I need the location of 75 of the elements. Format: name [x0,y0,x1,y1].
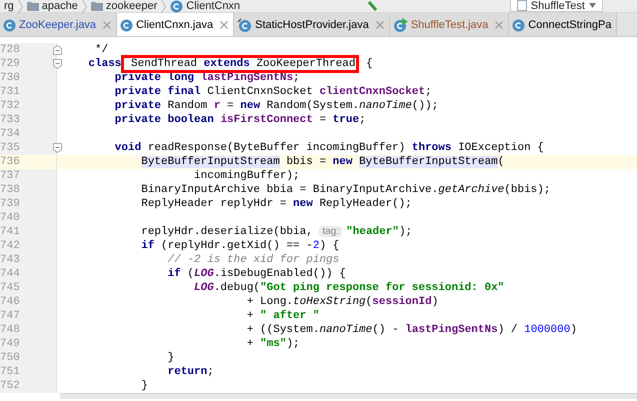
code-line: LOG.debug("Got ping response for sessionid: 0x" [193,281,504,295]
fold-marker-icon[interactable] [53,45,62,55]
fold-marker-icon[interactable] [53,143,62,153]
chevron-icon [82,0,87,13]
abstract-class-icon [237,18,252,32]
code-line: ReplyHeader replyHdr = new ReplyHeader(); [140,197,412,211]
line-number: 733 [0,114,20,126]
code-line: } [140,379,148,393]
run-configuration-dropdown[interactable]: ShuffleTest [510,0,603,12]
folder-icon [90,1,103,11]
code-line: incomingBuffer); [193,169,300,183]
line-number: 747 [0,310,20,322]
breadcrumb-item[interactable]: rg [4,0,14,12]
line-number: 735 [0,142,20,154]
line-number: 738 [0,184,20,196]
close-icon[interactable] [495,21,504,29]
caret-icon [588,3,596,8]
line-number: 742 [0,240,20,252]
line-number: 743 [0,254,20,266]
line-number: 748 [0,324,20,336]
line-number: 732 [0,100,20,112]
test-class-icon [392,18,408,32]
line-number: 750 [0,352,20,364]
code-line: return; [166,365,214,379]
code-line: */ [94,43,108,57]
code-line: + ((System.nanoTime() - lastPingSentNs) / 1000000) [246,323,577,337]
line-number: 752 [0,380,20,392]
code-line: + "ms"); [246,337,300,351]
line-number: 736 [0,156,20,168]
code-line: if (LOG.isDebugEnabled()) { [166,267,346,281]
code-line: private boolean isFirstConnect = true; [114,113,366,127]
code-line: + " after " [246,309,320,323]
line-number: 728 [0,44,20,56]
horizontal-scrollbar[interactable] [60,393,637,399]
code-line: private long lastPingSentNs; [114,71,300,85]
line-number: 739 [0,198,20,210]
line-number: 741 [0,226,20,238]
chevron-icon [18,0,23,13]
line-number: 730 [0,72,20,84]
code-line: + Long.toHexString(sessionId) [246,295,438,309]
close-icon[interactable] [376,21,384,29]
close-icon[interactable] [220,21,228,29]
code-line: private final ClientCnxnSocket clientCnxnSocket; [114,85,432,99]
breadcrumb-item[interactable]: zookeeper [106,0,158,12]
class-icon [120,18,134,32]
fold-marker-icon[interactable] [53,59,62,69]
line-number: 751 [0,366,20,378]
folder-icon [26,1,39,11]
line-number: 729 [0,58,20,70]
code-line: replyHdr.deserialize(bbia, tag: "header"); [140,225,412,239]
class-icon [3,18,16,32]
annotation-box: SendThread extends ZooKeeperThread [121,55,360,73]
parameter-hint: tag: [319,226,342,237]
code-line: BinaryInputArchive bbia = BinaryInputArchive.getArchive(bbis); [140,183,550,197]
close-icon[interactable] [103,21,112,29]
breadcrumb-item[interactable]: ClientCnxn [186,0,240,12]
file-icon [516,0,527,11]
line-number: 731 [0,86,20,98]
code-line: if (replyHdr.getXid() == -2) { [140,239,340,253]
code-line: void readResponse(ByteBuffer incomingBuffer) throws IOException { [114,141,544,155]
code-line: private Random r = new Random(System.nanoTime()); [114,99,438,113]
line-number: 734 [0,128,20,140]
code-line: } [166,351,174,365]
line-number: 737 [0,170,20,182]
class-icon [512,18,526,32]
line-number: 744 [0,268,20,280]
line-number: 745 [0,282,20,294]
line-number: 740 [0,212,20,224]
line-number: 746 [0,296,20,308]
code-line: class SendThread extends ZooKeeperThread { [62,57,373,71]
line-number: 749 [0,338,20,350]
chevron-icon [161,0,166,13]
code-line: // -2 is the xid for pings [166,253,340,267]
code-line: ByteBufferInputStream bbis = new ByteBufferInputStream( [140,155,504,169]
breadcrumb-item[interactable]: apache [42,0,78,12]
